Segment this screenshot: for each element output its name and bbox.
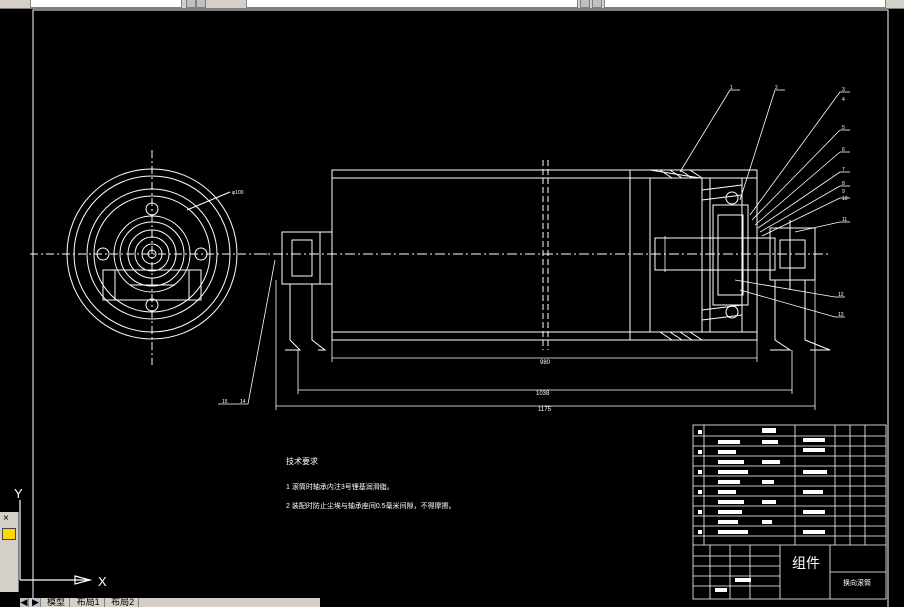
balloon-15: 15 — [222, 399, 228, 405]
tab-first-arrow[interactable]: ◀ — [20, 598, 29, 607]
drawing-frame — [32, 9, 889, 607]
ucs-x-label: X — [98, 574, 107, 589]
balloon-3: 3 — [842, 87, 845, 93]
layer-dropdown[interactable] — [30, 0, 182, 8]
end-view — [30, 150, 270, 365]
linetype-dropdown[interactable] — [604, 0, 886, 8]
balloon-9: 9 — [842, 189, 845, 195]
tab-layout-2[interactable]: 布局2 — [107, 598, 140, 607]
ucs-y-label: Y — [14, 486, 23, 501]
properties-button[interactable] — [580, 0, 590, 8]
tech-requirements-title: 技术要求 — [286, 456, 318, 466]
layout-tab-bar: ◀ ▶ 模型 布局1 布局2 — [20, 598, 320, 607]
balloon-14: 14 — [240, 399, 246, 405]
tech-requirement-2: 2 装配时防止尘埃与轴承座间0.5毫米间隙，不得摩擦。 — [286, 501, 456, 510]
balloon-4: 4 — [842, 97, 845, 103]
balloon-6: 6 — [842, 147, 845, 153]
tech-requirement-1: 1 滚筒时轴承内注3号锂基润滑脂。 — [286, 482, 394, 491]
layer-prev-button[interactable] — [196, 0, 206, 8]
balloon-12: 12 — [838, 292, 844, 298]
diameter-label: φ100 — [232, 190, 244, 196]
tab-model[interactable]: 模型 — [43, 598, 71, 607]
folder-icon — [2, 528, 16, 540]
close-icon[interactable]: × — [3, 514, 9, 524]
drawing-canvas[interactable]: 技术要求 1 滚筒时轴承内注3号锂基润滑脂。 2 装配时防止尘埃与轴承座间0.5… — [0, 8, 904, 607]
dimension-lines — [275, 236, 816, 410]
dim-1175: 1175 — [538, 407, 552, 413]
balloon-11: 11 — [842, 217, 847, 223]
match-properties-button[interactable] — [592, 0, 602, 8]
balloon-7: 7 — [842, 167, 845, 173]
properties-dropdown[interactable] — [246, 0, 578, 8]
tab-prev-arrow[interactable]: ▶ — [31, 598, 41, 607]
balloon-8: 8 — [842, 181, 845, 187]
title-block-assembly: 组件 — [792, 555, 820, 571]
balloon-2: 2 — [775, 85, 778, 91]
balloon-13: 13 — [838, 312, 844, 318]
layer-button[interactable] — [186, 0, 196, 8]
dim-1038: 1038 — [536, 391, 550, 397]
ucs-icon — [19, 500, 93, 585]
command-palette-panel[interactable]: × — [0, 512, 19, 592]
balloon-5: 5 — [842, 125, 845, 131]
dim-980: 980 — [540, 360, 551, 366]
title-block-part-name: 换向滚筒 — [843, 578, 871, 587]
balloon-1: 1 — [730, 85, 733, 91]
balloon-10: 10 — [842, 196, 848, 202]
leader-lines — [218, 89, 850, 405]
tab-layout-1[interactable]: 布局1 — [73, 598, 105, 607]
